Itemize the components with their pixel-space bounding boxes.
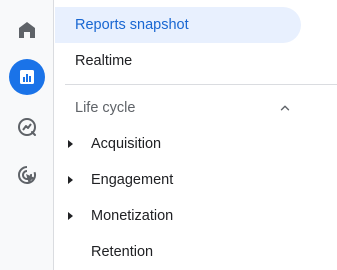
nav-item-monetization[interactable]: Monetization	[55, 198, 301, 234]
nav-item-engagement[interactable]: Engagement	[55, 162, 301, 198]
nav-item-label: Reports snapshot	[75, 17, 189, 33]
home-icon	[19, 22, 35, 38]
advertising-icon	[18, 166, 36, 184]
caret-right-icon[interactable]	[68, 212, 73, 220]
nav-item-acquisition[interactable]: Acquisition	[55, 126, 301, 162]
nav-divider	[65, 84, 337, 85]
nav-item-label: Monetization	[91, 208, 174, 224]
explore-button[interactable]	[9, 109, 45, 145]
chevron-up-icon[interactable]	[278, 101, 292, 115]
home-button[interactable]	[9, 12, 45, 48]
section-title: Life cycle	[75, 100, 136, 116]
caret-right-icon[interactable]	[68, 176, 73, 184]
explore-icon	[18, 118, 36, 136]
nav-item-realtime[interactable]: Realtime	[55, 43, 132, 79]
nav-item-label: Retention	[91, 244, 154, 260]
advertising-button[interactable]	[9, 157, 45, 193]
nav-item-label: Acquisition	[91, 136, 162, 152]
nav-item-label: Realtime	[75, 53, 133, 69]
reports-icon	[20, 70, 34, 84]
nav-item-retention[interactable]: Retention	[55, 234, 301, 270]
nav-item-reports-snapshot[interactable]: Reports snapshot	[55, 7, 301, 43]
nav-item-label: Engagement	[91, 172, 174, 188]
caret-right-icon[interactable]	[68, 140, 73, 148]
reports-nav: Reports snapshot Realtime Life cycle Acq…	[55, 0, 337, 270]
navigation-rail	[0, 0, 54, 270]
section-life-cycle[interactable]: Life cycle	[75, 96, 292, 120]
reports-button[interactable]	[9, 59, 45, 95]
